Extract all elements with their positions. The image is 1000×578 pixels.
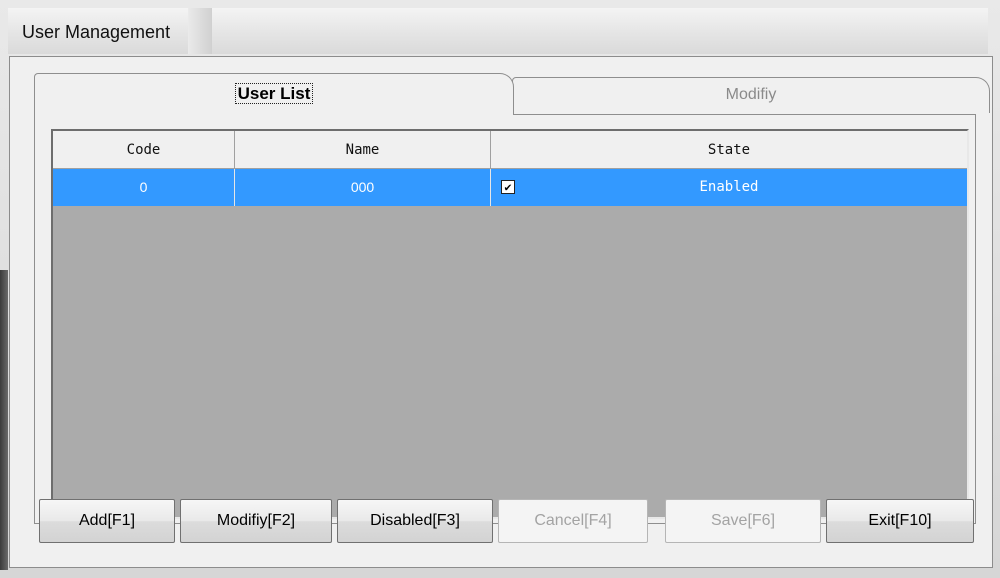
save-button: Save[F6] [665,499,821,543]
column-header-name[interactable]: Name [235,131,491,169]
cell-code[interactable]: 0 [53,169,235,206]
tab-modify-label: Modifiy [725,86,777,103]
cell-state[interactable]: ✔ Enabled [491,169,967,206]
column-header-code[interactable]: Code [53,131,235,169]
disabled-button[interactable]: Disabled[F3] [337,499,493,543]
button-bar: Add[F1] Modifiy[F2] Disabled[F3] Cancel[… [34,499,980,545]
modify-button[interactable]: Modifiy[F2] [180,499,332,543]
user-grid[interactable]: Code Name State 0 000 ✔ Enabled [51,129,969,519]
title-bar[interactable]: User Management [8,8,988,54]
window-edge [0,270,8,570]
cancel-button: Cancel[F4] [498,499,648,543]
tab-modify[interactable]: Modifiy [512,77,990,113]
tab-user-list-label: User List [234,83,314,104]
user-list-panel: Code Name State 0 000 ✔ Enabled [34,114,976,524]
checkbox-checked-icon[interactable]: ✔ [501,180,515,194]
tab-strip: User List Modifiy [34,73,992,115]
grid-header: Code Name State [53,131,967,169]
add-button[interactable]: Add[F1] [39,499,175,543]
title-tab-edge [188,8,212,54]
user-management-window: User Management User List Modifiy Code N… [0,0,1000,578]
table-row[interactable]: 0 000 ✔ Enabled [53,169,967,206]
client-area: User List Modifiy Code Name State 0 000 … [9,56,993,568]
tab-user-list[interactable]: User List [34,73,514,115]
cell-name[interactable]: 000 [235,169,491,206]
cell-state-text: Enabled [699,179,759,195]
window-title: User Management [22,22,171,42]
column-header-state[interactable]: State [491,131,967,169]
exit-button[interactable]: Exit[F10] [826,499,974,543]
